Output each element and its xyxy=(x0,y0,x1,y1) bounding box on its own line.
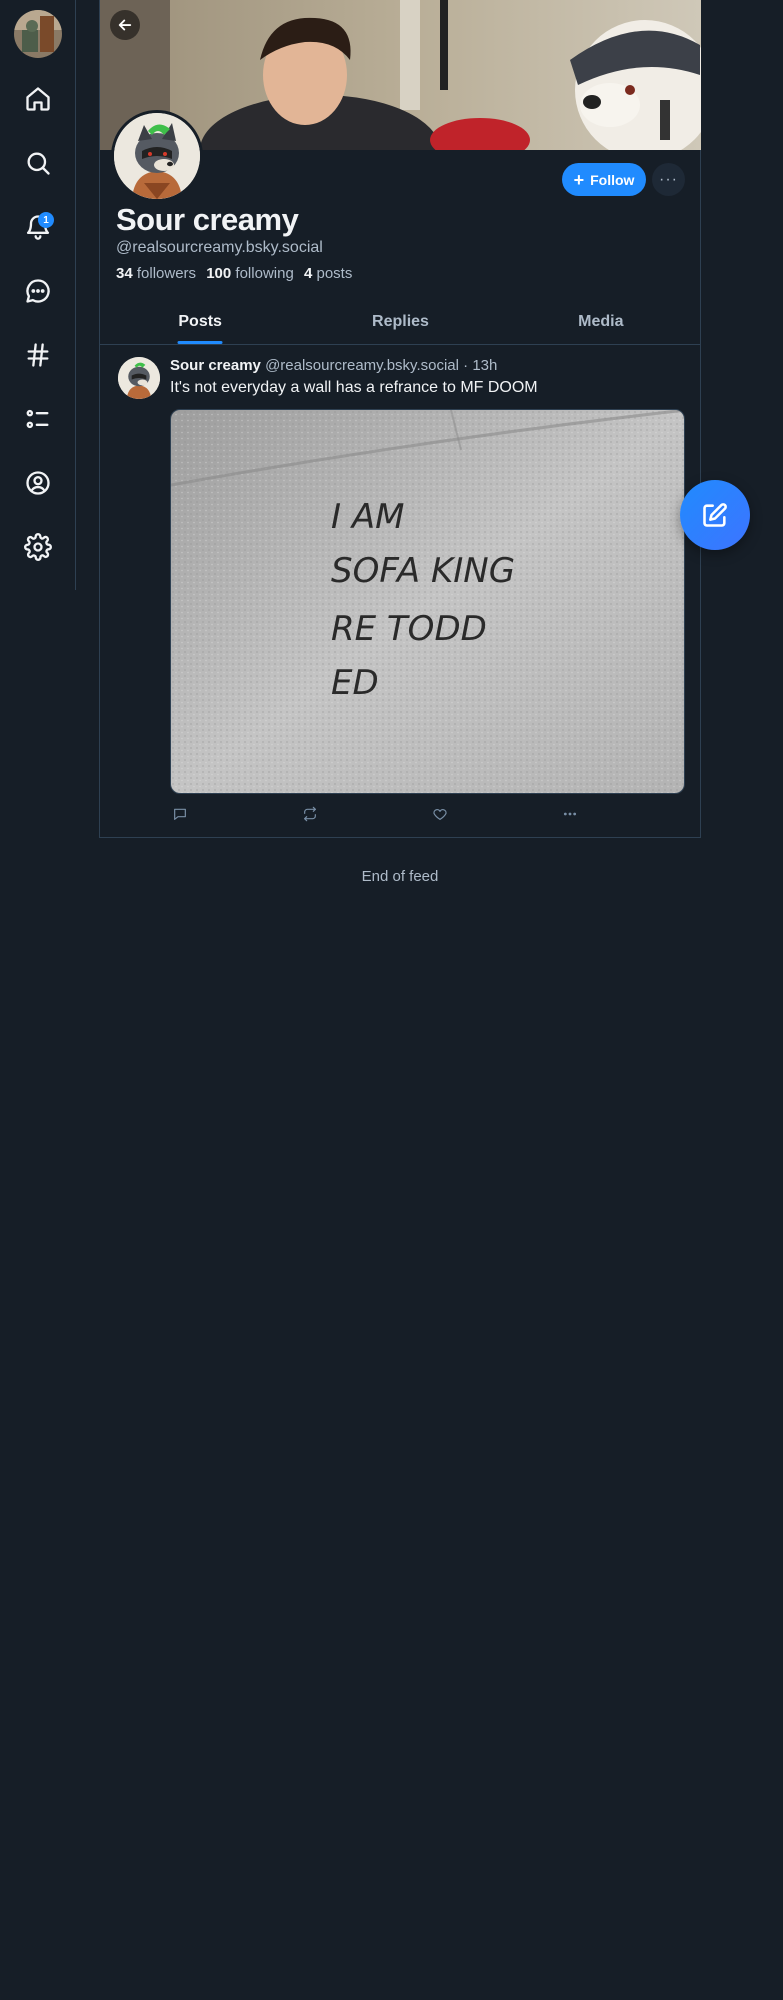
nav-chat[interactable] xyxy=(18,271,58,311)
ellipsis-icon xyxy=(563,812,577,816)
compose-post-button[interactable] xyxy=(680,480,750,550)
nav-notifications[interactable] xyxy=(18,207,58,247)
following-count: 100 xyxy=(206,265,232,282)
compose-icon xyxy=(703,503,727,527)
notification-badge: 1 xyxy=(38,212,54,228)
nav-home[interactable] xyxy=(18,79,58,119)
post-author-name[interactable]: Sour creamy xyxy=(170,357,261,374)
current-user-avatar[interactable] xyxy=(14,10,62,58)
post-header: Sour creamy @realsourcreamy.bsky.social … xyxy=(170,357,497,374)
wall-text-line-1: I AM xyxy=(331,497,404,537)
reply-button[interactable] xyxy=(170,804,190,824)
followers-count: 34 xyxy=(116,265,133,282)
list-icon xyxy=(26,409,49,429)
profile-display-name: Sour creamy xyxy=(116,202,299,237)
heart-icon xyxy=(433,809,447,820)
profile-stats: 34 followers 100 following 4 posts xyxy=(116,265,352,282)
tab-replies[interactable]: Replies xyxy=(300,300,500,344)
post-author-avatar[interactable] xyxy=(118,357,160,399)
posts-label: posts xyxy=(316,265,353,282)
comment-icon xyxy=(174,808,186,820)
user-circle-icon xyxy=(26,471,50,495)
nav-search[interactable] xyxy=(18,143,58,183)
post-timestamp[interactable]: 13h xyxy=(472,357,497,374)
more-options-button[interactable]: ··· xyxy=(652,163,685,196)
end-of-feed-label: End of feed xyxy=(361,868,439,885)
gear-icon xyxy=(24,533,52,561)
nav-lists[interactable] xyxy=(18,399,58,439)
wall-text-line-4: ED xyxy=(331,663,379,703)
nav-feeds[interactable] xyxy=(18,335,58,375)
tab-posts[interactable]: Posts xyxy=(100,300,300,344)
chat-bubble-icon xyxy=(26,279,50,303)
posts-stat: 4 posts xyxy=(304,265,352,282)
profile-handle: @realsourcreamy.bsky.social xyxy=(116,239,323,256)
follow-button[interactable]: + Follow xyxy=(562,163,646,196)
post-author-handle[interactable]: @realsourcreamy.bsky.social xyxy=(265,357,459,374)
wall-text-line-2: SOFA KING xyxy=(331,551,515,591)
arrow-left-icon xyxy=(118,19,132,31)
feed-post[interactable]: Sour creamy @realsourcreamy.bsky.social … xyxy=(100,345,701,838)
profile-avatar[interactable] xyxy=(111,110,203,202)
followers-label: followers xyxy=(136,265,197,282)
following-link[interactable]: 100 following xyxy=(206,265,294,282)
wall-text-line-3: RE TODD xyxy=(331,609,487,649)
repost-button[interactable] xyxy=(300,804,320,824)
followers-link[interactable]: 34 followers xyxy=(116,265,196,282)
profile-main-column: + Follow ··· Sour creamy @realsourcreamy… xyxy=(99,0,701,838)
hashtag-icon xyxy=(27,343,49,367)
tab-media[interactable]: Media xyxy=(501,300,701,344)
plus-icon: + xyxy=(573,169,585,190)
post-image[interactable]: I AM SOFA KING RE TODD ED xyxy=(170,409,685,794)
following-label: following xyxy=(235,265,294,282)
repost-icon xyxy=(304,806,316,822)
follow-button-label: Follow xyxy=(590,171,635,188)
like-button[interactable] xyxy=(430,804,450,824)
post-separator: · xyxy=(463,357,469,374)
home-icon xyxy=(26,87,50,111)
nav-profile[interactable] xyxy=(18,463,58,503)
posts-count: 4 xyxy=(303,265,313,282)
ellipsis-icon: ··· xyxy=(659,170,678,188)
post-more-button[interactable] xyxy=(560,804,580,824)
left-nav-rail: 1 xyxy=(0,0,76,590)
nav-settings[interactable] xyxy=(18,527,58,567)
search-icon xyxy=(27,152,50,175)
post-text: It's not everyday a wall has a refrance … xyxy=(170,379,538,396)
back-button[interactable] xyxy=(110,10,140,40)
profile-tabs: Posts Replies Media xyxy=(100,300,701,345)
